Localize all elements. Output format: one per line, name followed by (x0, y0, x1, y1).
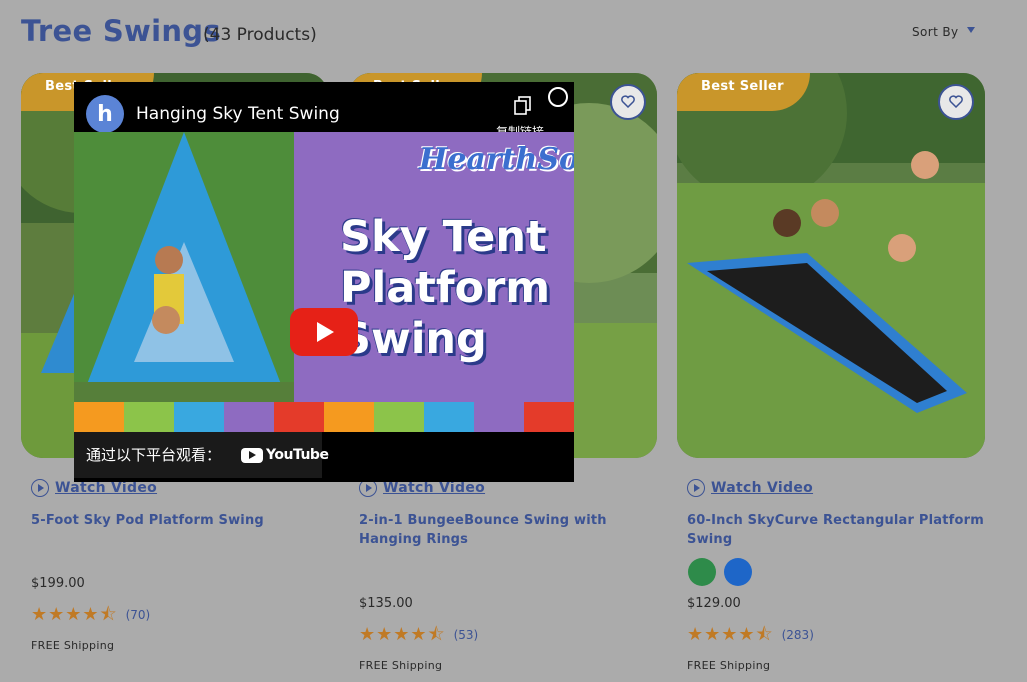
product-photo-3 (677, 73, 985, 458)
page-title: Tree Swings (21, 14, 221, 48)
video-title[interactable]: Hanging Sky Tent Swing (136, 104, 340, 124)
star-rating[interactable]: ★ ★ ★ ★ ⯪ (283) (687, 626, 814, 644)
product-price: $199.00 (31, 576, 85, 591)
youtube-wordmark: YouTube (266, 447, 329, 463)
youtube-play-button[interactable] (290, 308, 358, 356)
video-top-bar: h Hanging Sky Tent Swing 复制链接 (74, 82, 574, 139)
heart-icon (621, 93, 635, 112)
product-price: $135.00 (359, 596, 413, 611)
star-icon: ★ (721, 624, 738, 645)
color-swatch-green[interactable] (688, 558, 716, 586)
brand-logo: HearthSong (419, 142, 574, 177)
star-icon: ★ (393, 624, 410, 645)
star-half-icon: ⯪ (755, 624, 773, 645)
product-count: (43 Products) (203, 25, 317, 45)
review-count[interactable]: (70) (126, 608, 151, 622)
star-icon: ★ (704, 624, 721, 645)
youtube-icon (241, 447, 263, 463)
star-icon: ★ (48, 604, 65, 625)
circle-icon[interactable] (548, 87, 568, 107)
sort-by-button[interactable]: Sort By (912, 25, 959, 39)
star-icon: ★ (31, 604, 48, 625)
star-icon: ★ (738, 624, 755, 645)
channel-logo[interactable]: h (86, 95, 124, 133)
thumbnail-title: Sky Tent Platform Swing (340, 212, 550, 365)
star-rating[interactable]: ★ ★ ★ ★ ⯪ (70) (31, 606, 150, 624)
watch-video-label: Watch Video (711, 480, 814, 496)
wishlist-button[interactable] (938, 84, 974, 120)
watch-video-label: Watch Video (55, 480, 158, 496)
wishlist-button[interactable] (610, 84, 646, 120)
star-rating[interactable]: ★ ★ ★ ★ ⯪ (53) (359, 626, 478, 644)
star-icon: ★ (359, 624, 376, 645)
star-icon: ★ (82, 604, 99, 625)
product-name[interactable]: 2-in-1 BungeeBounce Swing with Hanging R… (359, 511, 619, 549)
product-name[interactable]: 60-Inch SkyCurve Rectangular Platform Sw… (687, 511, 987, 549)
product-price: $129.00 (687, 596, 741, 611)
play-circle-icon (687, 479, 705, 497)
product-image-3[interactable]: Best Seller (677, 73, 985, 458)
watch-video-label: Watch Video (383, 480, 486, 496)
star-icon: ★ (687, 624, 704, 645)
video-thumbnail[interactable]: HearthSong Sky Tent Platform Swing (74, 132, 574, 432)
color-swatch-blue[interactable] (724, 558, 752, 586)
star-icon: ★ (65, 604, 82, 625)
play-circle-icon (31, 479, 49, 497)
video-player[interactable]: h Hanging Sky Tent Swing 复制链接 HearthSong… (74, 82, 574, 482)
copy-link-icon[interactable] (514, 96, 532, 116)
star-icon: ★ (410, 624, 427, 645)
thumbnail-title-line: Swing (340, 314, 487, 364)
shipping-text: FREE Shipping (31, 639, 115, 652)
watch-on-label: 通过以下平台观看： (86, 446, 222, 464)
watch-on-youtube-bar[interactable]: 通过以下平台观看： YouTube (74, 432, 329, 478)
color-stripes (74, 402, 574, 432)
watch-video-link[interactable]: Watch Video (687, 479, 813, 497)
star-icon: ★ (376, 624, 393, 645)
heart-icon (949, 93, 963, 112)
product-name[interactable]: 5-Foot Sky Pod Platform Swing (31, 511, 331, 530)
star-half-icon: ⯪ (99, 604, 117, 625)
thumbnail-title-line: Platform (340, 263, 551, 313)
shipping-text: FREE Shipping (687, 659, 771, 672)
chevron-down-icon[interactable] (967, 27, 975, 33)
shipping-text: FREE Shipping (359, 659, 443, 672)
star-half-icon: ⯪ (427, 624, 445, 645)
youtube-logo[interactable]: YouTube (241, 447, 329, 463)
thumbnail-title-line: Sky Tent (340, 212, 547, 262)
review-count[interactable]: (53) (454, 628, 479, 642)
review-count[interactable]: (283) (782, 628, 814, 642)
best-seller-badge: Best Seller (677, 73, 810, 111)
